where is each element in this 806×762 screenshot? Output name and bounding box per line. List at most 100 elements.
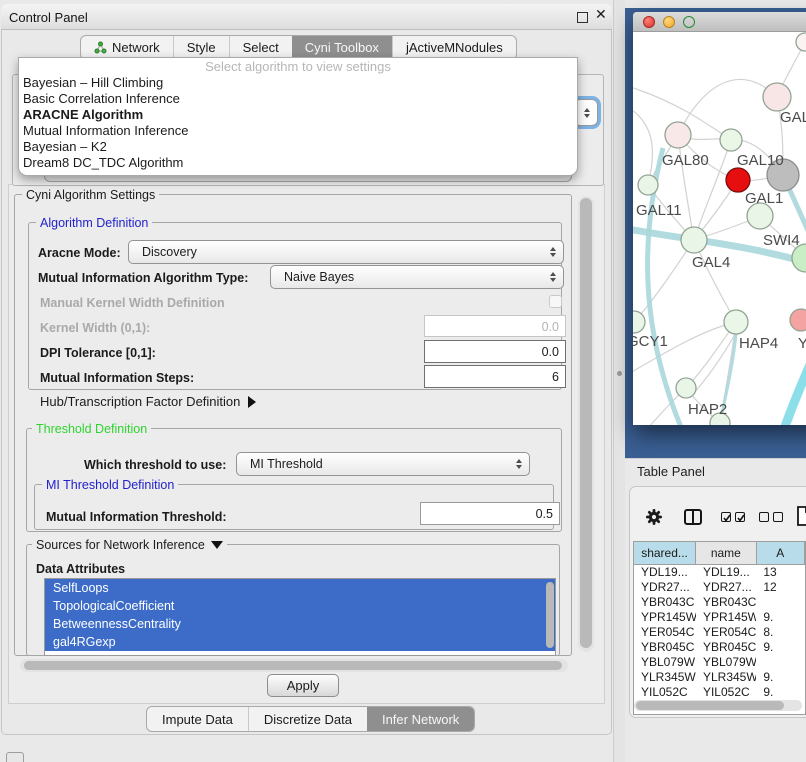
aracne-mode-value: Discovery <box>142 245 197 259</box>
mi-steps-label: Mutual Information Steps: <box>40 371 194 385</box>
tab-infer-network[interactable]: Infer Network <box>367 707 474 731</box>
manual-kernel-checkbox[interactable] <box>549 295 562 308</box>
network-node-hap2[interactable] <box>676 378 696 398</box>
aracne-mode-select[interactable]: Discovery <box>128 240 564 264</box>
table-cell: YLR345W <box>634 670 696 685</box>
table-row[interactable]: YBR045CYBR045C9. <box>634 640 805 655</box>
combo-arrows-icon <box>516 459 522 469</box>
network-node-label: SWI4 <box>763 232 800 249</box>
dpi-tolerance-label: DPI Tolerance [0,1]: <box>40 346 156 360</box>
checked-columns-icon[interactable] <box>721 512 745 522</box>
tab-network[interactable]: Network <box>81 36 173 59</box>
table-cell: YDR27... <box>634 580 696 595</box>
kernel-width-field[interactable]: 0.0 <box>424 315 566 337</box>
table-cell: YIL052C <box>696 685 756 700</box>
table-row[interactable]: YBR043CYBR043C <box>634 595 805 610</box>
unchecked-columns-icon[interactable] <box>759 512 783 522</box>
network-node-gal4[interactable] <box>681 227 707 253</box>
list-scrollbar-thumb[interactable] <box>546 582 554 648</box>
algorithm-option-aracne-algorithm[interactable]: ARACNE Algorithm <box>19 107 577 123</box>
close-traffic-light-icon[interactable] <box>643 16 655 28</box>
gear-icon[interactable] <box>645 508 663 531</box>
network-node-gal11[interactable] <box>638 175 658 195</box>
network-node-gal80[interactable] <box>665 122 691 148</box>
table-cell: YBR043C <box>634 595 696 610</box>
document-icon[interactable] <box>796 506 806 531</box>
algorithm-option-bayesian-k2[interactable]: Bayesian – K2 <box>19 139 577 155</box>
split-pane-icon[interactable] <box>684 509 702 530</box>
collapsed-panel-button[interactable] <box>6 752 24 762</box>
column-header-shared[interactable]: shared... <box>634 542 696 564</box>
horizontal-scrollbar-thumb[interactable] <box>24 661 562 670</box>
table-cell: 9. <box>756 610 805 625</box>
network-node[interactable] <box>726 168 750 192</box>
network-node-gal10[interactable] <box>720 129 742 151</box>
algorithm-option-basic-correlation-inference[interactable]: Basic Correlation Inference <box>19 91 577 107</box>
network-node[interactable] <box>796 33 806 51</box>
attribute-item-selfloops[interactable]: SelfLoops <box>45 579 555 597</box>
mi-type-label: Mutual Information Algorithm Type: <box>38 271 248 285</box>
network-node-label: GAL80 <box>662 152 709 169</box>
mi-threshold-field[interactable]: 0.5 <box>420 502 560 525</box>
network-node-label: Y <box>798 335 806 352</box>
hub-definition-toggle[interactable]: Hub/Transcription Factor Definition <box>40 394 256 409</box>
which-threshold-select[interactable]: MI Threshold <box>236 452 530 476</box>
table-row[interactable]: YIL052CYIL052C9. <box>634 685 805 700</box>
divider-handle[interactable] <box>617 371 622 376</box>
float-window-icon[interactable] <box>577 12 588 23</box>
control-panel-titlebar[interactable] <box>1 4 612 30</box>
tab-label: Select <box>243 40 279 55</box>
tab-label: Infer Network <box>382 712 459 727</box>
tab-jactivemnodules[interactable]: jActiveMNodules <box>392 36 516 59</box>
node-table[interactable]: shared...nameA YDL19...YDL19...13YDR27..… <box>633 541 806 715</box>
table-cell: YBL079W <box>634 655 696 670</box>
table-row[interactable]: YBL079WYBL079W <box>634 655 805 670</box>
network-node-hap4[interactable] <box>724 310 748 334</box>
table-scrollbar-thumb[interactable] <box>636 701 784 710</box>
table-cell: YBL079W <box>696 655 756 670</box>
vertical-scrollbar-thumb[interactable] <box>580 198 592 648</box>
dpi-tolerance-field[interactable]: 0.0 <box>424 340 566 363</box>
algorithm-option-mutual-information-inference[interactable]: Mutual Information Inference <box>19 123 577 139</box>
which-threshold-label: Which threshold to use: <box>84 458 226 472</box>
apply-button[interactable]: Apply <box>267 674 339 697</box>
algorithm-option-dream8-dc-tdc-algorithm[interactable]: Dream8 DC_TDC Algorithm <box>19 155 577 171</box>
tab-select[interactable]: Select <box>229 36 292 59</box>
network-node-gal[interactable] <box>763 83 791 111</box>
column-header-a[interactable]: A <box>757 542 805 564</box>
network-node-label: GAL11 <box>636 202 682 219</box>
attribute-item-topologicalcoefficient[interactable]: TopologicalCoefficient <box>45 597 555 615</box>
table-cell: YBR045C <box>696 640 756 655</box>
network-node-gcy1[interactable] <box>633 311 645 333</box>
table-row[interactable]: YLR345WYLR345W9. <box>634 670 805 685</box>
mi-threshold-label: Mutual Information Threshold: <box>46 510 227 524</box>
tab-style[interactable]: Style <box>173 36 229 59</box>
mi-type-select[interactable]: Naive Bayes <box>270 265 564 289</box>
tab-impute-data[interactable]: Impute Data <box>147 707 248 731</box>
tab-discretize-data[interactable]: Discretize Data <box>248 707 367 731</box>
table-row[interactable]: YER054CYER054C8. <box>634 625 805 640</box>
network-window-titlebar[interactable] <box>633 12 806 32</box>
mi-steps-field[interactable]: 6 <box>424 365 566 388</box>
table-row[interactable]: YDL19...YDL19...13 <box>634 565 805 580</box>
table-row[interactable]: YDR27...YDR27...12 <box>634 580 805 595</box>
data-attributes-list[interactable]: SelfLoopsTopologicalCoefficientBetweenne… <box>44 578 556 656</box>
attribute-item-betweennesscentrality[interactable]: BetweennessCentrality <box>45 615 555 633</box>
close-icon[interactable]: ✕ <box>595 6 607 23</box>
network-canvas[interactable]: GALGAL80GAL10GAL1GAL11SWI4GAL4GCY1HAP4YH… <box>633 32 806 425</box>
attribute-item-gal4rgexp[interactable]: gal4RGexp <box>45 633 555 651</box>
table-panel-title: Table Panel <box>637 464 705 479</box>
sources-toggle[interactable]: Sources for Network Inference <box>32 538 227 552</box>
panel-divider[interactable] <box>613 0 625 762</box>
table-body: YDL19...YDL19...13YDR27...YDR27...12YBR0… <box>634 565 805 700</box>
tab-cyni-toolbox[interactable]: Cyni Toolbox <box>292 36 392 59</box>
zoom-traffic-light-icon[interactable] <box>683 16 695 28</box>
network-node-y[interactable] <box>790 309 806 331</box>
table-cell: YLR345W <box>696 670 756 685</box>
column-header-name[interactable]: name <box>696 542 756 564</box>
minimize-traffic-light-icon[interactable] <box>663 16 675 28</box>
network-node-label: HAP2 <box>688 401 727 418</box>
table-row[interactable]: YPR145WYPR145W9. <box>634 610 805 625</box>
algorithm-option-bayesian-hill-climbing[interactable]: Bayesian – Hill Climbing <box>19 75 577 91</box>
expand-right-icon <box>248 396 256 408</box>
